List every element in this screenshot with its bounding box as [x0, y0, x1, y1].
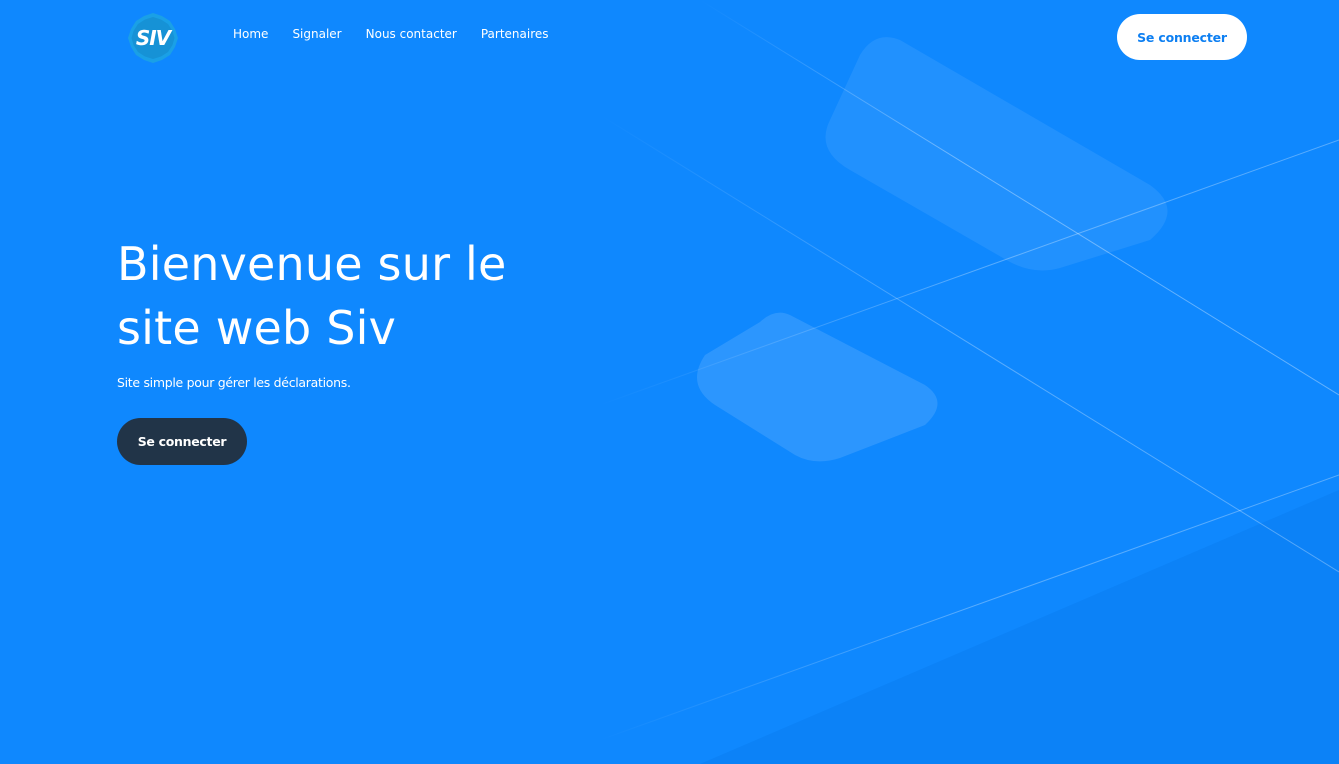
nav-link-signaler[interactable]: Signaler — [292, 26, 341, 42]
nav-link-contact[interactable]: Nous contacter — [366, 26, 457, 42]
background-shade — [700, 490, 1339, 764]
decor-shape-middle — [697, 312, 938, 462]
nav-link-home[interactable]: Home — [233, 26, 268, 42]
nav-link-partners[interactable]: Partenaires — [481, 26, 549, 42]
main-nav: Home Signaler Nous contacter Partenaires — [233, 26, 549, 42]
hero-login-button[interactable]: Se connecter — [117, 418, 247, 465]
decor-shape-top — [825, 37, 1168, 271]
logo-text: SIV — [135, 26, 171, 50]
hero-subtitle: Site simple pour gérer les déclarations. — [117, 375, 351, 390]
header-login-button[interactable]: Se connecter — [1117, 14, 1247, 60]
hero-title: Bienvenue sur le site web Siv — [117, 237, 507, 355]
